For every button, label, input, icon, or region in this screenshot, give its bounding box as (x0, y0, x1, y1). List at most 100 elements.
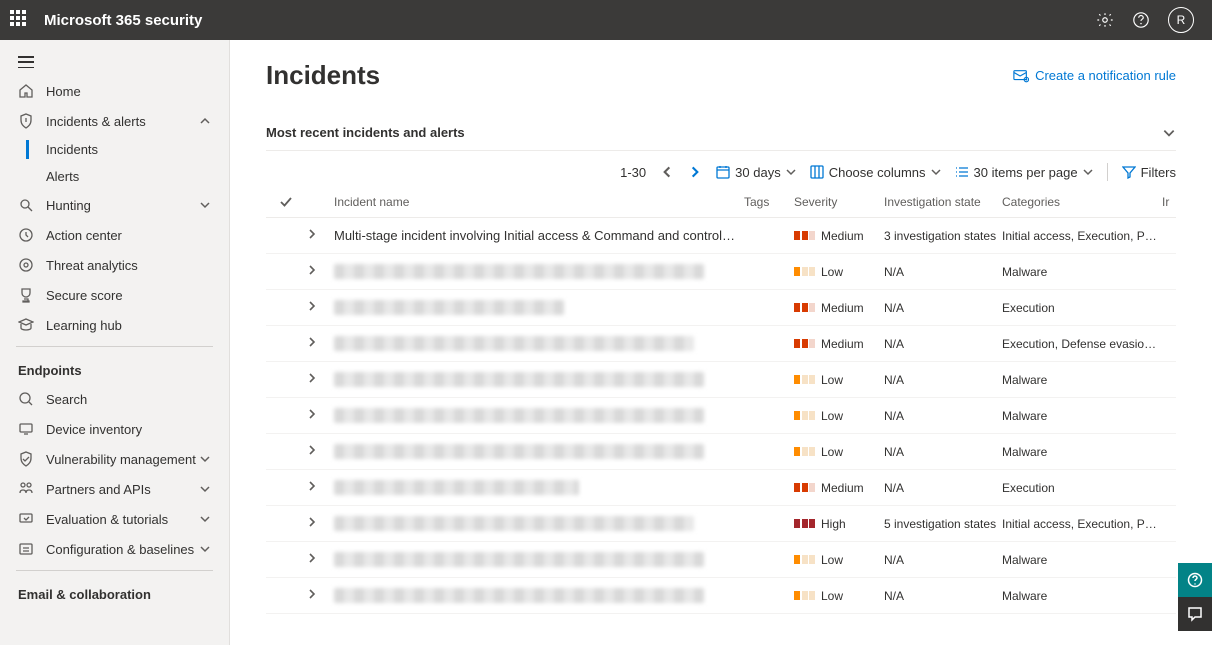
user-avatar[interactable]: R (1168, 7, 1194, 33)
accordion-recent[interactable]: Most recent incidents and alerts (266, 115, 1176, 151)
settings-icon[interactable] (1096, 11, 1114, 29)
table-row[interactable]: MediumN/AExecution (266, 470, 1176, 506)
choose-columns-button[interactable]: Choose columns (810, 165, 941, 180)
topbar-actions: R (1096, 7, 1194, 33)
nav-label: Partners and APIs (46, 482, 151, 497)
redacted-text (334, 264, 704, 279)
create-rule-label: Create a notification rule (1035, 68, 1176, 83)
date-label: 30 days (735, 165, 781, 180)
nav-vulnerability[interactable]: Vulnerability management (0, 444, 229, 474)
severity-indicator: Medium (794, 481, 884, 495)
nav-home[interactable]: Home (0, 76, 229, 106)
nav-incidents[interactable]: Incidents (0, 136, 229, 163)
table-row[interactable]: Multi-stage incident involving Initial a… (266, 218, 1176, 254)
topbar: Microsoft 365 security R (0, 0, 1212, 40)
table-row[interactable]: LowN/AMalware (266, 542, 1176, 578)
device-icon (18, 421, 34, 437)
filter-icon (1122, 165, 1136, 179)
table-row[interactable]: LowN/AMalware (266, 398, 1176, 434)
nav-learning-hub[interactable]: Learning hub (0, 310, 229, 340)
categories: Malware (1002, 373, 1162, 387)
chevron-right-icon[interactable] (306, 300, 318, 312)
table-row[interactable]: MediumN/AExecution (266, 290, 1176, 326)
chevron-down-icon (199, 199, 211, 211)
chevron-down-icon (199, 513, 211, 525)
table-row[interactable]: LowN/AMalware (266, 362, 1176, 398)
table-row[interactable]: LowN/AMalware (266, 578, 1176, 614)
severity-indicator: High (794, 517, 884, 531)
nav-search[interactable]: Search (0, 384, 229, 414)
chevron-right-icon[interactable] (306, 408, 318, 420)
pager-next-icon[interactable] (688, 165, 702, 179)
nav-threat-analytics[interactable]: Threat analytics (0, 250, 229, 280)
float-help-button[interactable] (1178, 563, 1212, 597)
categories: Execution, Defense evasion, D... (1002, 337, 1162, 351)
calendar-icon (716, 165, 730, 179)
float-buttons (1178, 563, 1212, 631)
date-range-picker[interactable]: 30 days (716, 165, 796, 180)
nav-sub-label: Alerts (46, 169, 79, 184)
table-row[interactable]: MediumN/AExecution, Defense evasion, D..… (266, 326, 1176, 362)
shield-alert-icon (18, 113, 34, 129)
chevron-down-icon (199, 453, 211, 465)
col-tags[interactable]: Tags (744, 195, 794, 209)
sidebar-toggle[interactable] (0, 48, 229, 76)
table-row[interactable]: High5 investigation statesInitial access… (266, 506, 1176, 542)
table-row[interactable]: LowN/AMalware (266, 254, 1176, 290)
investigation-state: 3 investigation states (884, 229, 1002, 243)
col-categories[interactable]: Categories (1002, 195, 1162, 209)
nav-label: Secure score (46, 288, 123, 303)
incident-name: Multi-stage incident involving Initial a… (334, 228, 736, 243)
nav-alerts[interactable]: Alerts (0, 163, 229, 190)
section-endpoints: Endpoints (0, 353, 229, 384)
chevron-down-icon (786, 167, 796, 177)
severity-indicator: Low (794, 553, 884, 567)
table-row[interactable]: LowN/AMalware (266, 434, 1176, 470)
pager-prev-icon[interactable] (660, 165, 674, 179)
nav-action-center[interactable]: Action center (0, 220, 229, 250)
severity-label: Medium (821, 301, 864, 315)
investigation-state: N/A (884, 301, 1002, 315)
chevron-right-icon[interactable] (306, 228, 318, 240)
chevron-right-icon[interactable] (306, 264, 318, 276)
chevron-right-icon[interactable] (306, 336, 318, 348)
chevron-right-icon[interactable] (306, 552, 318, 564)
redacted-text (334, 408, 704, 423)
float-feedback-button[interactable] (1178, 597, 1212, 631)
severity-indicator: Low (794, 265, 884, 279)
table-header: Incident name Tags Severity Investigatio… (266, 187, 1176, 218)
divider (1107, 163, 1108, 181)
nav-incidents-alerts[interactable]: Incidents & alerts (0, 106, 229, 136)
nav-label: Device inventory (46, 422, 142, 437)
redacted-text (334, 552, 704, 567)
create-notification-rule-button[interactable]: Create a notification rule (1013, 68, 1176, 83)
nav-secure-score[interactable]: Secure score (0, 280, 229, 310)
nav-evaluation[interactable]: Evaluation & tutorials (0, 504, 229, 534)
chevron-right-icon[interactable] (306, 444, 318, 456)
app-launcher-icon[interactable] (10, 10, 30, 30)
help-icon[interactable] (1132, 11, 1150, 29)
chevron-down-icon (199, 543, 211, 555)
col-severity[interactable]: Severity (794, 195, 884, 209)
nav-device-inventory[interactable]: Device inventory (0, 414, 229, 444)
nav-label: Action center (46, 228, 122, 243)
threat-analytics-icon (18, 257, 34, 273)
chevron-right-icon[interactable] (306, 372, 318, 384)
col-investigation[interactable]: Investigation state (884, 195, 1002, 209)
nav-hunting[interactable]: Hunting (0, 190, 229, 220)
items-per-page-picker[interactable]: 30 items per page (955, 165, 1093, 180)
col-select[interactable] (266, 195, 306, 209)
table-body: Multi-stage incident involving Initial a… (266, 218, 1176, 614)
chevron-right-icon[interactable] (306, 480, 318, 492)
col-incident-name[interactable]: Incident name (334, 195, 744, 209)
severity-indicator: Low (794, 373, 884, 387)
chevron-right-icon[interactable] (306, 588, 318, 600)
col-truncated[interactable]: Ir (1162, 195, 1176, 209)
filters-button[interactable]: Filters (1122, 165, 1176, 180)
chevron-right-icon[interactable] (306, 516, 318, 528)
evaluation-icon (18, 511, 34, 527)
severity-indicator: Medium (794, 337, 884, 351)
categories: Malware (1002, 589, 1162, 603)
nav-partners[interactable]: Partners and APIs (0, 474, 229, 504)
nav-configuration[interactable]: Configuration & baselines (0, 534, 229, 564)
